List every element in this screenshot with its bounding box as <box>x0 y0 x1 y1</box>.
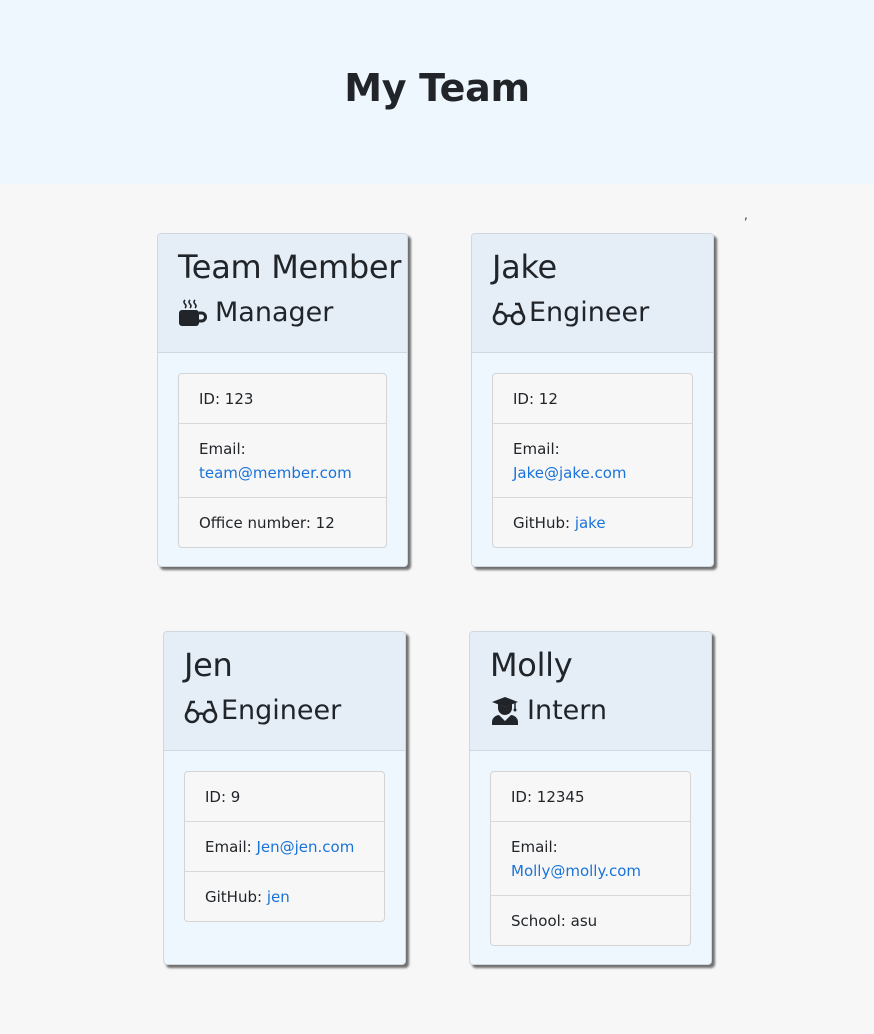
card-header: Molly Intern <box>470 632 711 751</box>
card-header: Jen Engineer <box>164 632 405 751</box>
office-number-value: 12 <box>315 514 335 532</box>
role-label: Manager <box>215 297 334 328</box>
school-value: asu <box>570 912 598 930</box>
email-row: Email: Jake@jake.com <box>493 423 692 497</box>
employee-role: Manager <box>178 297 333 328</box>
email-label: Email: <box>513 440 560 458</box>
office-number-row: Office number: 12 <box>179 497 386 547</box>
employee-name: Jen <box>184 646 233 684</box>
email-link[interactable]: team@member.com <box>199 464 352 482</box>
employee-card-engineer: Jake Engineer ID: 12 Email: Jake@jake.co… <box>471 233 714 567</box>
id-value: 123 <box>224 390 254 408</box>
page-header: My Team <box>0 0 874 184</box>
employee-role: Intern <box>490 695 607 726</box>
id-label: ID: <box>199 390 225 408</box>
stray-mark: , <box>744 208 748 222</box>
employee-name: Molly <box>490 646 573 684</box>
email-row: Email: Molly@molly.com <box>491 821 690 895</box>
id-label: ID: <box>205 788 231 806</box>
email-row: Email: team@member.com <box>179 423 386 497</box>
email-row: Email: Jen@jen.com <box>185 821 384 871</box>
id-label: ID: <box>513 390 539 408</box>
id-value: 12345 <box>536 788 585 806</box>
role-label: Intern <box>527 695 608 726</box>
id-value: 12 <box>538 390 558 408</box>
employee-card-engineer: Jen Engineer ID: 9 Email: Jen@jen.com Gi… <box>163 631 406 965</box>
role-label: Engineer <box>529 297 650 328</box>
github-row: GitHub: jen <box>185 871 384 921</box>
card-header: Jake Engineer <box>472 234 713 353</box>
id-row: ID: 123 <box>179 374 386 423</box>
email-label: Email: <box>199 440 246 458</box>
employee-details: ID: 123 Email: team@member.com Office nu… <box>178 373 387 548</box>
glasses-icon <box>184 696 218 726</box>
mug-hot-icon <box>178 298 208 328</box>
employee-details: ID: 12345 Email: Molly@molly.com School:… <box>490 771 691 946</box>
employee-details: ID: 12 Email: Jake@jake.com GitHub: jake <box>492 373 693 548</box>
role-label: Engineer <box>221 695 342 726</box>
office-number-label: Office number: <box>199 514 316 532</box>
employee-card-intern: Molly Intern ID: 12345 Email: Molly@moll… <box>469 631 712 965</box>
card-header: Team Member Manager <box>158 234 407 353</box>
id-value: 9 <box>230 788 241 806</box>
github-row: GitHub: jake <box>493 497 692 547</box>
id-row: ID: 9 <box>185 772 384 821</box>
employee-role: Engineer <box>492 297 649 328</box>
email-link[interactable]: Jen@jen.com <box>256 838 354 856</box>
employee-details: ID: 9 Email: Jen@jen.com GitHub: jen <box>184 771 385 922</box>
employee-role: Engineer <box>184 695 341 726</box>
employee-name: Team Member <box>178 248 402 286</box>
id-label: ID: <box>511 788 537 806</box>
school-label: School: <box>511 912 571 930</box>
id-row: ID: 12 <box>493 374 692 423</box>
employee-card-manager: Team Member Manager ID: 123 Email: team@… <box>157 233 408 567</box>
page-title: My Team <box>344 66 530 110</box>
github-label: GitHub: <box>513 514 575 532</box>
user-graduate-icon <box>490 696 520 726</box>
id-row: ID: 12345 <box>491 772 690 821</box>
email-link[interactable]: Molly@molly.com <box>511 862 641 880</box>
email-label: Email: <box>511 838 558 856</box>
school-row: School: asu <box>491 895 690 945</box>
glasses-icon <box>492 298 526 328</box>
github-label: GitHub: <box>205 888 267 906</box>
github-link[interactable]: jake <box>575 514 606 532</box>
email-link[interactable]: Jake@jake.com <box>513 464 627 482</box>
email-label: Email: <box>205 838 257 856</box>
github-link[interactable]: jen <box>267 888 290 906</box>
employee-name: Jake <box>492 248 557 286</box>
